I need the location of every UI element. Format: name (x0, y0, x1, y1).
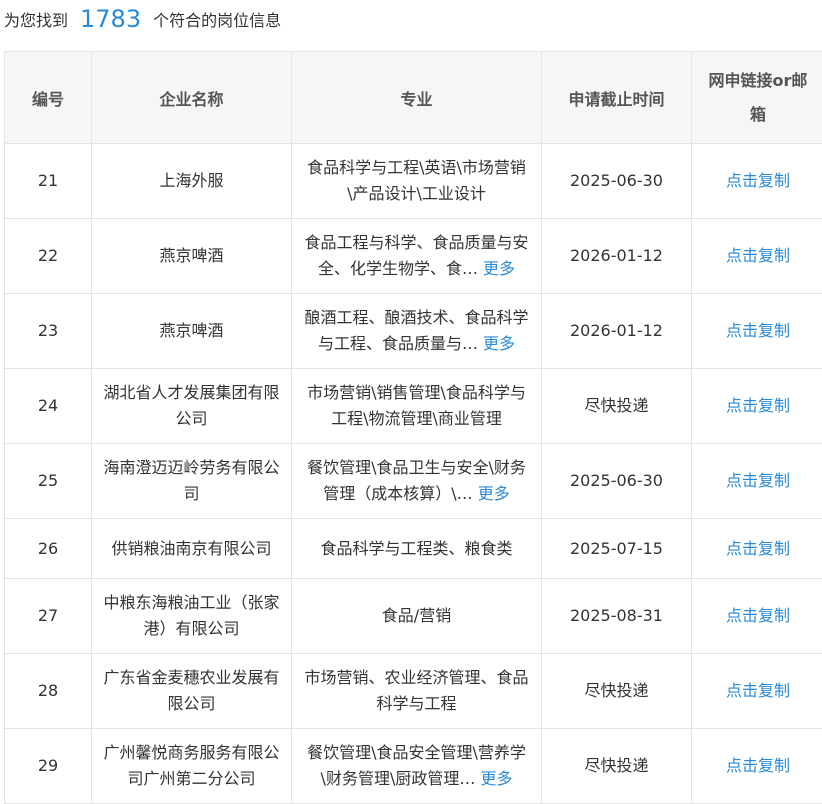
cell-company: 海南澄迈迈岭劳务有限公司 (92, 444, 292, 519)
table-row: 28 广东省金麦穗农业发展有限公司 市场营销、农业经济管理、食品科学与工程 尽快… (5, 654, 822, 729)
table-row: 26 供销粮油南京有限公司 食品科学与工程类、粮食类 2025-07-15 点击… (5, 519, 822, 579)
cell-deadline: 2026-01-12 (542, 294, 692, 369)
major-text: 食品/营销 (382, 606, 451, 625)
cell-link: 点击复制 (692, 294, 822, 369)
cell-id: 24 (5, 369, 92, 444)
cell-id: 26 (5, 519, 92, 579)
header-link: 网申链接or邮箱 (692, 52, 822, 144)
job-table-container: 编号 企业名称 专业 申请截止时间 网申链接or邮箱 21 上海外服 食品科学与… (4, 51, 822, 804)
cell-link: 点击复制 (692, 729, 822, 804)
cell-deadline: 2026-01-12 (542, 219, 692, 294)
cell-link: 点击复制 (692, 579, 822, 654)
cell-deadline: 尽快投递 (542, 654, 692, 729)
cell-company: 供销粮油南京有限公司 (92, 519, 292, 579)
copy-link[interactable]: 点击复制 (726, 681, 790, 700)
more-link[interactable]: 更多 (478, 484, 510, 503)
summary-prefix: 为您找到 (4, 7, 68, 31)
header-link-text: 网申链接or邮箱 (693, 64, 822, 132)
copy-link[interactable]: 点击复制 (726, 539, 790, 558)
cell-major: 酿酒工程、酿酒技术、食品科学与工程、食品质量与… 更多 (292, 294, 542, 369)
cell-deadline: 2025-06-30 (542, 444, 692, 519)
cell-link: 点击复制 (692, 654, 822, 729)
copy-link[interactable]: 点击复制 (726, 171, 790, 190)
header-company: 企业名称 (92, 52, 292, 144)
summary-suffix: 个符合的岗位信息 (153, 7, 281, 31)
cell-major: 餐饮管理\食品安全管理\营养学\财务管理\厨政管理… 更多 (292, 729, 542, 804)
cell-major: 食品科学与工程\英语\市场营销\产品设计\工业设计 (292, 144, 542, 219)
job-table: 编号 企业名称 专业 申请截止时间 网申链接or邮箱 21 上海外服 食品科学与… (4, 51, 822, 804)
cell-deadline: 2025-08-31 (542, 579, 692, 654)
table-row: 22 燕京啤酒 食品工程与科学、食品质量与安全、化学生物学、食… 更多 2026… (5, 219, 822, 294)
copy-link[interactable]: 点击复制 (726, 321, 790, 340)
cell-id: 22 (5, 219, 92, 294)
major-text: 市场营销、农业经济管理、食品科学与工程 (302, 665, 531, 717)
header-major: 专业 (292, 52, 542, 144)
cell-major: 食品/营销 (292, 579, 542, 654)
cell-company: 燕京啤酒 (92, 294, 292, 369)
header-deadline: 申请截止时间 (542, 52, 692, 144)
cell-deadline: 2025-07-15 (542, 519, 692, 579)
header-id: 编号 (5, 52, 92, 144)
table-header-row: 编号 企业名称 专业 申请截止时间 网申链接or邮箱 (5, 52, 822, 144)
result-summary: 为您找到 1783 个符合的岗位信息 (0, 0, 822, 38)
cell-id: 23 (5, 294, 92, 369)
more-link[interactable]: 更多 (483, 334, 515, 353)
cell-id: 29 (5, 729, 92, 804)
cell-major: 市场营销、农业经济管理、食品科学与工程 (292, 654, 542, 729)
copy-link[interactable]: 点击复制 (726, 606, 790, 625)
copy-link[interactable]: 点击复制 (726, 471, 790, 490)
table-row: 24 湖北省人才发展集团有限公司 市场营销\销售管理\食品科学与工程\物流管理\… (5, 369, 822, 444)
major-text: 食品科学与工程\英语\市场营销\产品设计\工业设计 (302, 155, 531, 207)
cell-major: 市场营销\销售管理\食品科学与工程\物流管理\商业管理 (292, 369, 542, 444)
cell-company: 上海外服 (92, 144, 292, 219)
more-link[interactable]: 更多 (483, 259, 515, 278)
cell-company: 燕京啤酒 (92, 219, 292, 294)
table-row: 25 海南澄迈迈岭劳务有限公司 餐饮管理\食品卫生与安全\财务管理（成本核算）\… (5, 444, 822, 519)
copy-link[interactable]: 点击复制 (726, 246, 790, 265)
result-count: 1783 (80, 5, 141, 33)
table-row: 21 上海外服 食品科学与工程\英语\市场营销\产品设计\工业设计 2025-0… (5, 144, 822, 219)
table-row: 27 中粮东海粮油工业（张家港）有限公司 食品/营销 2025-08-31 点击… (5, 579, 822, 654)
cell-major: 餐饮管理\食品卫生与安全\财务管理（成本核算）\… 更多 (292, 444, 542, 519)
cell-link: 点击复制 (692, 369, 822, 444)
cell-company: 中粮东海粮油工业（张家港）有限公司 (92, 579, 292, 654)
cell-link: 点击复制 (692, 444, 822, 519)
cell-company: 湖北省人才发展集团有限公司 (92, 369, 292, 444)
cell-id: 21 (5, 144, 92, 219)
cell-major: 食品科学与工程类、粮食类 (292, 519, 542, 579)
cell-deadline: 尽快投递 (542, 369, 692, 444)
cell-major: 食品工程与科学、食品质量与安全、化学生物学、食… 更多 (292, 219, 542, 294)
copy-link[interactable]: 点击复制 (726, 396, 790, 415)
cell-id: 28 (5, 654, 92, 729)
cell-id: 27 (5, 579, 92, 654)
table-row: 29 广州馨悦商务服务有限公司广州第二分公司 餐饮管理\食品安全管理\营养学\财… (5, 729, 822, 804)
cell-company: 广州馨悦商务服务有限公司广州第二分公司 (92, 729, 292, 804)
cell-link: 点击复制 (692, 519, 822, 579)
major-text: 食品科学与工程类、粮食类 (320, 539, 512, 558)
copy-link[interactable]: 点击复制 (726, 756, 790, 775)
cell-link: 点击复制 (692, 219, 822, 294)
cell-id: 25 (5, 444, 92, 519)
table-row: 23 燕京啤酒 酿酒工程、酿酒技术、食品科学与工程、食品质量与… 更多 2026… (5, 294, 822, 369)
more-link[interactable]: 更多 (480, 769, 512, 788)
cell-deadline: 2025-06-30 (542, 144, 692, 219)
cell-link: 点击复制 (692, 144, 822, 219)
cell-company: 广东省金麦穗农业发展有限公司 (92, 654, 292, 729)
major-text: 市场营销\销售管理\食品科学与工程\物流管理\商业管理 (302, 380, 531, 432)
cell-deadline: 尽快投递 (542, 729, 692, 804)
